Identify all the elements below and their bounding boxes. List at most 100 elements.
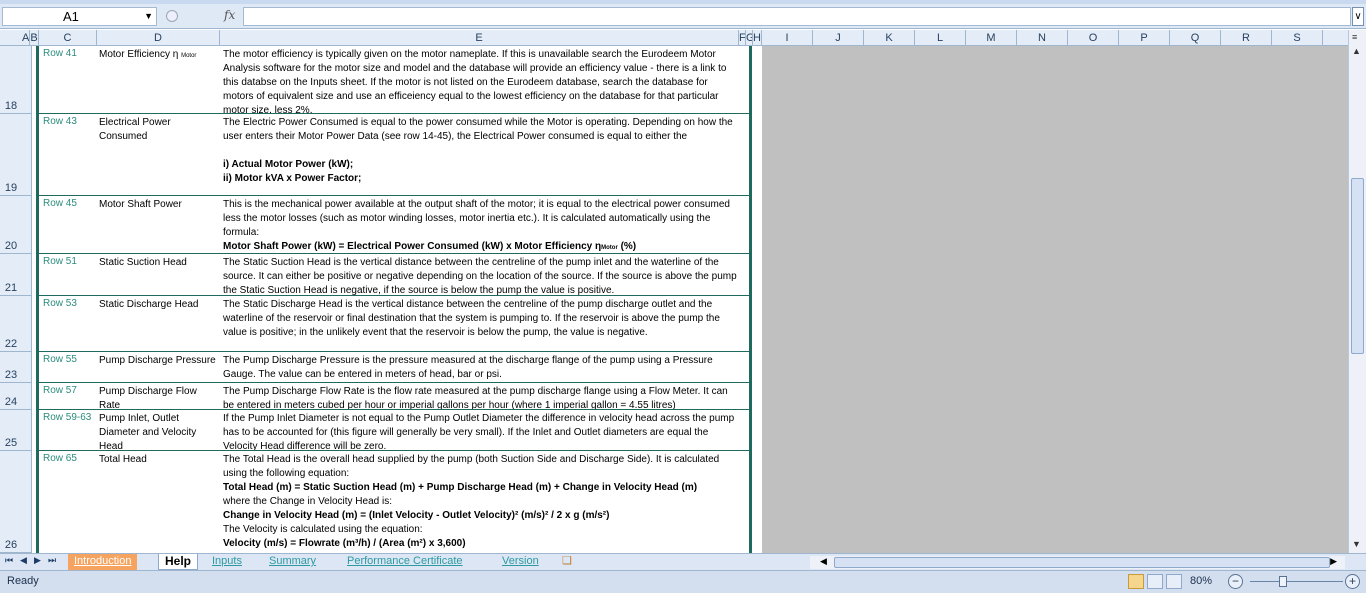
field-description: The Pump Discharge Flow Rate is the flow… <box>223 386 728 410</box>
column-header-h[interactable]: H <box>753 30 762 46</box>
name-box[interactable]: A1 ▼ <box>2 7 157 26</box>
tab-version[interactable]: Version <box>496 554 545 570</box>
help-entry-row-57: Row 57 Pump Discharge Flow Rate The Pump… <box>39 383 749 410</box>
row-reference: Row 45 <box>43 198 77 209</box>
formula-line: Motor Shaft Power (kW) = Electrical Powe… <box>223 241 637 252</box>
formula-line: Velocity (m/s) = Flowrate (m³/h) / (Area… <box>223 538 466 549</box>
scroll-left-icon[interactable]: ◀ <box>820 556 827 567</box>
column-header-l[interactable]: L <box>915 30 966 46</box>
chevron-down-icon[interactable]: ▼ <box>144 8 153 25</box>
row-header-22[interactable]: 22 <box>0 296 32 352</box>
field-description: The motor efficiency is typically given … <box>223 49 727 114</box>
column-header-j[interactable]: J <box>813 30 864 46</box>
help-entry-row-43: Row 43 Electrical Power Consumed The Ele… <box>39 114 749 196</box>
scroll-right-icon[interactable]: ▶ <box>1330 556 1337 567</box>
split-box-icon[interactable]: ≡ <box>1352 32 1357 42</box>
column-header-o[interactable]: O <box>1068 30 1119 46</box>
column-header-p[interactable]: P <box>1119 30 1170 46</box>
field-label: Electrical Power Consumed <box>99 117 171 142</box>
tab-help[interactable]: Help <box>158 554 199 570</box>
row-header-19[interactable]: 19 <box>0 114 32 196</box>
column-header-f[interactable]: F <box>739 30 746 46</box>
column-header-c[interactable]: C <box>39 30 97 46</box>
scroll-down-icon[interactable]: ▼ <box>1352 539 1361 549</box>
zoom-out-icon[interactable]: − <box>1228 574 1243 589</box>
prev-sheet-icon[interactable]: ◀ <box>20 555 27 566</box>
column-header-r[interactable]: R <box>1221 30 1272 46</box>
column-header-e[interactable]: E <box>220 30 739 46</box>
help-entry-row-59-63: Row 59-63 Pump Inlet, Outlet Diameter an… <box>39 410 749 451</box>
tab-summary[interactable]: Summary <box>263 554 322 570</box>
next-sheet-icon[interactable]: ▶ <box>34 555 41 566</box>
field-label: Static Discharge Head <box>99 299 199 310</box>
column-header-d[interactable]: D <box>97 30 220 46</box>
field-description: The Electric Power Consumed is equal to … <box>223 117 733 184</box>
hidden-area-gray <box>762 46 1348 553</box>
field-description: The Pump Discharge Pressure is the press… <box>223 355 713 380</box>
column-header-q[interactable]: Q <box>1170 30 1221 46</box>
column-header-n[interactable]: N <box>1017 30 1068 46</box>
vertical-scroll-thumb[interactable] <box>1351 178 1364 354</box>
row-header-24[interactable]: 24 <box>0 383 32 410</box>
status-text: Ready <box>7 575 39 587</box>
row-reference: Row 51 <box>43 256 77 267</box>
tab-introduction[interactable]: Introduction <box>68 554 138 570</box>
formula-input[interactable] <box>243 7 1351 26</box>
field-label: Pump Discharge Pressure <box>99 355 216 366</box>
column-header-m[interactable]: M <box>966 30 1017 46</box>
horizontal-scroll-thumb[interactable] <box>834 557 1330 568</box>
table-border-right <box>749 46 752 553</box>
name-box-value: A1 <box>63 9 79 24</box>
help-entry-row-41: Row 41 Motor Efficiency η Motor The moto… <box>39 46 749 114</box>
zoom-slider-thumb[interactable] <box>1279 576 1287 587</box>
row-reference: Row 59-63 <box>43 412 92 423</box>
page-layout-view-icon[interactable] <box>1147 574 1163 589</box>
normal-view-icon[interactable] <box>1128 574 1144 589</box>
row-header-20[interactable]: 20 <box>0 196 32 254</box>
page-break-view-icon[interactable] <box>1166 574 1182 589</box>
row-header-23[interactable]: 23 <box>0 352 32 383</box>
column-header-s[interactable]: S <box>1272 30 1323 46</box>
help-entry-row-45: Row 45 Motor Shaft Power This is the mec… <box>39 196 749 254</box>
field-description: The Total Head is the overall head suppl… <box>223 454 720 549</box>
row-header-18[interactable]: 18 <box>0 46 32 114</box>
field-label: Pump Discharge Flow Rate <box>99 386 197 410</box>
zoom-in-icon[interactable]: + <box>1345 574 1360 589</box>
last-sheet-icon[interactable]: ⏭ <box>48 555 56 566</box>
field-label: Motor Shaft Power <box>99 199 182 210</box>
formula-bar: A1 ▼ fx ∨ <box>0 4 1366 29</box>
row-header-25[interactable]: 25 <box>0 410 32 451</box>
column-header-k[interactable]: K <box>864 30 915 46</box>
row-reference: Row 55 <box>43 354 77 365</box>
formula-bar-resize-handle[interactable] <box>166 10 178 22</box>
field-label: Motor Efficiency η Motor <box>99 49 197 60</box>
scroll-up-icon[interactable]: ▲ <box>1352 46 1361 56</box>
help-entry-row-65: Row 65 Total Head The Total Head is the … <box>39 451 749 553</box>
worksheet-grid[interactable]: Row 41 Motor Efficiency η Motor The moto… <box>32 46 762 553</box>
vertical-scrollbar[interactable]: ≡ ▲ ▼ <box>1348 30 1366 553</box>
help-entry-row-55: Row 55 Pump Discharge Pressure The Pump … <box>39 352 749 383</box>
row-headers: 18 19 20 21 22 23 24 25 26 <box>0 46 32 553</box>
first-sheet-icon[interactable]: ⏮ <box>5 555 13 566</box>
row-header-21[interactable]: 21 <box>0 254 32 296</box>
help-entry-row-51: Row 51 Static Suction Head The Static Su… <box>39 254 749 296</box>
tab-performance-certificate[interactable]: Performance Certificate <box>341 554 469 570</box>
expand-formula-bar-icon[interactable]: ∨ <box>1352 7 1364 26</box>
column-header-i[interactable]: I <box>762 30 813 46</box>
horizontal-scrollbar[interactable]: ◀ ▶ <box>810 556 1345 569</box>
field-description: This is the mechanical power available a… <box>223 199 730 252</box>
row-reference: Row 53 <box>43 298 77 309</box>
row-reference: Row 65 <box>43 453 77 464</box>
zoom-level[interactable]: 80% <box>1190 575 1212 587</box>
column-header-a[interactable]: A <box>22 30 30 46</box>
zoom-slider-track[interactable] <box>1250 581 1343 582</box>
insert-sheet-icon[interactable]: ❏ <box>562 554 572 567</box>
field-description: The Static Discharge Head is the vertica… <box>223 299 720 338</box>
tab-inputs[interactable]: Inputs <box>206 554 248 570</box>
column-header-b[interactable]: B <box>30 30 39 46</box>
column-headers: A B C D E F G H I J K L M N O P Q R S <box>0 30 1366 46</box>
insert-function-icon[interactable]: fx <box>224 8 235 22</box>
row-header-26[interactable]: 26 <box>0 451 32 553</box>
column-header-g[interactable]: G <box>746 30 753 46</box>
field-description: If the Pump Inlet Diameter is not equal … <box>223 413 735 451</box>
